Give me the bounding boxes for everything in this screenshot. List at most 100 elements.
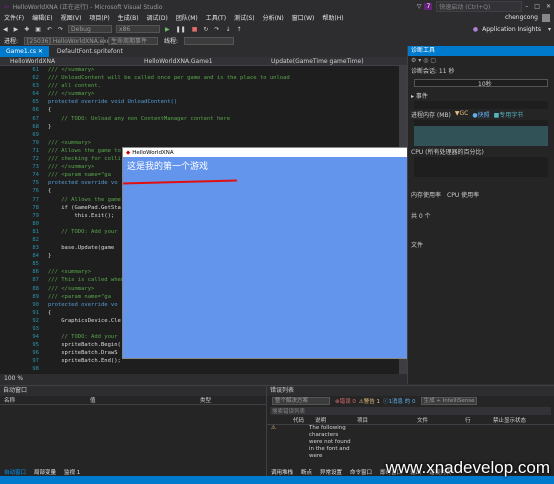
col-suppress[interactable]: 禁止显示状态 (493, 416, 526, 424)
undo-icon[interactable]: ↶ (44, 26, 55, 33)
menu-item[interactable]: 工具(T) (202, 13, 230, 22)
tab-spritefont[interactable]: DefaultFont.spritefont (51, 46, 129, 57)
line-number-gutter: 61 62 63 64 65 66 67 68 69 70 71 72 73 74 75 76 77 78 79 80… (0, 66, 42, 374)
avatar[interactable] (542, 13, 550, 22)
code-line[interactable]: /// </summary> (48, 90, 407, 98)
error-list-title[interactable]: 错误列表 (267, 386, 554, 396)
menu-item[interactable]: 项目(P) (85, 13, 113, 22)
col-project[interactable]: 项目 (357, 416, 417, 424)
menu-item[interactable]: 编辑(E) (28, 13, 56, 22)
minimize-button[interactable]: – (522, 3, 531, 10)
process-select[interactable]: [25036] HelloWorldXNA.exe (24, 36, 110, 45)
save-icon[interactable]: ▣ (32, 26, 44, 33)
col-file[interactable]: 文件 (417, 416, 465, 424)
quick-launch-input[interactable]: 快速启动 (Ctrl+Q) (436, 0, 523, 12)
menu-item[interactable]: 团队(M) (172, 13, 202, 22)
pause-icon[interactable]: ❚❚ (173, 26, 189, 33)
memory-area (414, 126, 548, 146)
build-select[interactable]: 生成 + IntelliSense (420, 397, 477, 405)
line-number: 84 (32, 253, 39, 260)
zoom-select[interactable]: 100 % (0, 375, 23, 382)
close-button[interactable]: ✕ (543, 3, 554, 10)
code-line[interactable] (48, 365, 407, 373)
back-icon[interactable]: ◀ (0, 26, 11, 33)
tab-cpu-usage[interactable]: CPU 使用率 (447, 190, 479, 199)
line-number: 69 (32, 131, 39, 138)
process-label: 进程: (4, 38, 19, 45)
diagnostics-header[interactable]: 诊断工具 (408, 46, 554, 56)
new-icon[interactable]: ✚ (21, 26, 32, 33)
col-code[interactable]: 代码 (267, 416, 309, 424)
message-filter[interactable]: ⓘ1消息 的 0 (383, 397, 416, 405)
tab-label: DefaultFont.spritefont (56, 48, 123, 55)
config-select[interactable]: Debug (68, 25, 113, 33)
tab-breakpoints[interactable]: 断点 (297, 468, 316, 476)
code-line[interactable]: protected override void UnloadContent() (48, 98, 407, 106)
col-line[interactable]: 行 (465, 416, 493, 424)
menu-item[interactable]: 生成(B) (114, 13, 143, 22)
restart-icon[interactable]: ↻ (200, 26, 211, 33)
autos-title[interactable]: 自动窗口 (0, 386, 266, 396)
col-type[interactable]: 类型 (200, 396, 211, 404)
line-number: 78 (32, 204, 39, 211)
tab-callstack[interactable]: 调用堆栈 (267, 468, 297, 476)
code-line[interactable]: } (48, 123, 407, 131)
title-bar: ∞ HelloWorldXNA (正在运行) - Microsoft Visua… (0, 0, 554, 12)
menu-item[interactable]: 窗口(W) (288, 13, 319, 22)
menu-item[interactable]: 帮助(H) (318, 13, 347, 22)
step-out-icon[interactable]: ↑ (233, 26, 244, 33)
code-line[interactable]: /// <summary> (48, 139, 407, 147)
thread-select[interactable] (184, 36, 235, 45)
code-line[interactable]: // TODO: Unload any non ContentManager c… (48, 115, 407, 123)
error-search-input[interactable]: 搜索错误列表 (270, 407, 551, 415)
tab-watch[interactable]: 监视 1 (60, 468, 84, 476)
line-number: 92 (32, 317, 39, 324)
stop-icon[interactable]: ■ (189, 26, 201, 33)
menu-item[interactable]: 测试(S) (230, 13, 259, 22)
tab-game1[interactable]: Game1.cs ✕ (0, 46, 49, 57)
warning-filter[interactable]: ⚠警告 1 (359, 397, 380, 405)
menu-item[interactable]: 文件(F) (0, 13, 28, 22)
member-select[interactable]: Update(GameTime gameTime) (255, 58, 364, 65)
tab-exceptions[interactable]: 异常设置 (316, 468, 346, 476)
code-line[interactable]: { (48, 106, 407, 114)
error-filter[interactable]: ⊗错误 0 (335, 397, 356, 405)
events-section[interactable]: ▸ 事件 (408, 90, 554, 101)
tab-memory-usage[interactable]: 内存使用率 (411, 190, 441, 199)
code-line[interactable]: /// all content. (48, 82, 407, 90)
col-desc[interactable]: 说明 (309, 416, 357, 424)
menu-item[interactable]: 分析(N) (259, 13, 288, 22)
line-number: 80 (32, 220, 39, 227)
user-name[interactable]: chengcong (501, 14, 542, 21)
code-line[interactable]: /// UnloadContent will be called once pe… (48, 74, 407, 82)
maximize-button[interactable]: □ (531, 3, 543, 10)
notification-badge[interactable]: 7 (424, 2, 433, 10)
code-line[interactable]: /// </summary> (48, 66, 407, 74)
error-row[interactable]: ⚠ The following characters were not foun… (267, 425, 554, 459)
panel-title: 诊断工具 (411, 47, 436, 54)
toolbar: ◀ ▶ ✚ ▣ ↶ ↷ Debug x86 ▶ ❚❚ ■ ↻ ↷ ↓ ↑ ● A… (0, 23, 554, 35)
step-into-icon[interactable]: ↓ (222, 26, 233, 33)
line-number: 68 (32, 123, 39, 130)
code-line[interactable] (48, 131, 407, 139)
memory-section[interactable]: 进程内存 (MB) ▼GC ●快照 ■专用字节 (408, 109, 554, 120)
forward-icon[interactable]: ▶ (11, 26, 22, 33)
chevron-down-icon[interactable]: ▾ (545, 26, 554, 33)
continue-icon[interactable]: ▶ (162, 26, 173, 33)
step-over-icon[interactable]: ↷ (211, 26, 222, 33)
scope-select[interactable]: 整个解决方案 (272, 397, 330, 405)
project-select[interactable]: HelloWorldXNA (0, 58, 120, 65)
platform-select[interactable]: x86 (116, 25, 161, 33)
tab-locals[interactable]: 局部变量 (30, 468, 60, 476)
redo-icon[interactable]: ↷ (55, 26, 66, 33)
col-value[interactable]: 值 (90, 396, 200, 404)
menu-item[interactable]: 调试(D) (143, 13, 172, 22)
menu-item[interactable]: 视图(V) (57, 13, 86, 22)
insights-button[interactable]: Application Insights (478, 26, 545, 33)
col-name[interactable]: 名称 (0, 396, 90, 404)
class-select[interactable]: HelloWorldXNA.Game1 (120, 58, 255, 65)
tab-autos[interactable]: 自动窗口 (0, 468, 30, 476)
tab-command[interactable]: 命令窗口 (346, 468, 376, 476)
lifecycle-select[interactable]: 生命周期事件 (108, 36, 159, 45)
filter-icon[interactable]: ▽ (414, 3, 425, 10)
